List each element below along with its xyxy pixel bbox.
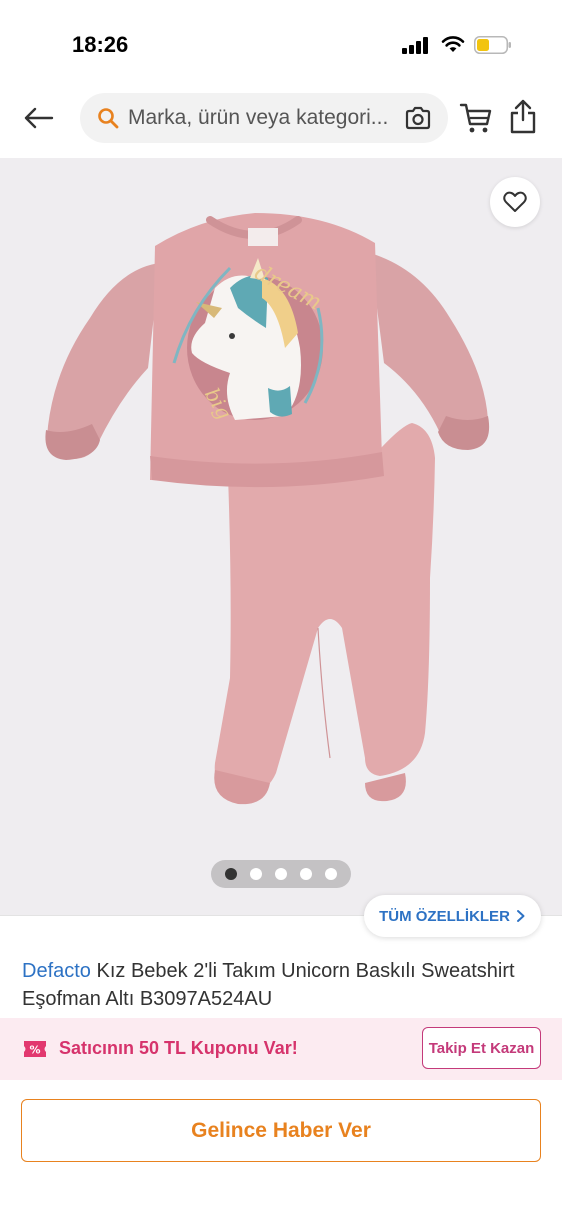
wifi-icon [441, 36, 465, 52]
pagination-dot-2[interactable] [250, 868, 262, 880]
all-specs-label: TÜM ÖZELLİKLER [379, 907, 510, 925]
brand-link[interactable]: Defacto [22, 960, 91, 982]
image-pagination[interactable] [211, 860, 351, 888]
product-image-gallery[interactable]: dream big [0, 158, 562, 915]
pagination-dot-1[interactable] [225, 868, 237, 880]
coupon-banner: % Satıcının 50 TL Kuponu Var! Takip Et K… [0, 1018, 562, 1080]
share-icon[interactable] [506, 98, 540, 136]
all-specs-button[interactable]: TÜM ÖZELLİKLER [364, 895, 541, 937]
chevron-right-icon [516, 910, 525, 922]
search-icon [98, 108, 119, 129]
pagination-dot-4[interactable] [300, 868, 312, 880]
status-time: 18:26 [72, 32, 129, 57]
search-placeholder: Marka, ürün veya kategori... [128, 106, 389, 129]
camera-icon[interactable] [404, 105, 432, 131]
follow-earn-button[interactable]: Takip Et Kazan [422, 1027, 541, 1069]
battery-icon [474, 36, 511, 54]
signal-icon [402, 36, 430, 54]
back-button[interactable] [18, 98, 58, 138]
favorite-button[interactable] [490, 177, 540, 227]
product-image: dream big [45, 213, 490, 805]
top-navigation: Marka, ürün veya kategori... [0, 80, 562, 158]
search-input[interactable]: Marka, ürün veya kategori... [80, 93, 448, 143]
svg-text:%: % [29, 1044, 40, 1057]
pagination-dot-5[interactable] [325, 868, 337, 880]
pagination-dot-3[interactable] [275, 868, 287, 880]
cart-icon[interactable] [458, 100, 494, 136]
arrow-left-icon [24, 107, 54, 129]
status-bar: 18:26 [0, 0, 562, 80]
heart-icon [503, 191, 527, 212]
notify-when-available-button[interactable]: Gelince Haber Ver [21, 1099, 541, 1162]
product-name: Kız Bebek 2'li Takım Unicorn Baskılı Swe… [22, 960, 515, 1010]
coupon-text: Satıcının 50 TL Kuponu Var! [59, 1038, 298, 1058]
product-title: Defacto Kız Bebek 2'li Takım Unicorn Bas… [22, 957, 542, 1013]
coupon-icon: % [24, 1041, 46, 1057]
